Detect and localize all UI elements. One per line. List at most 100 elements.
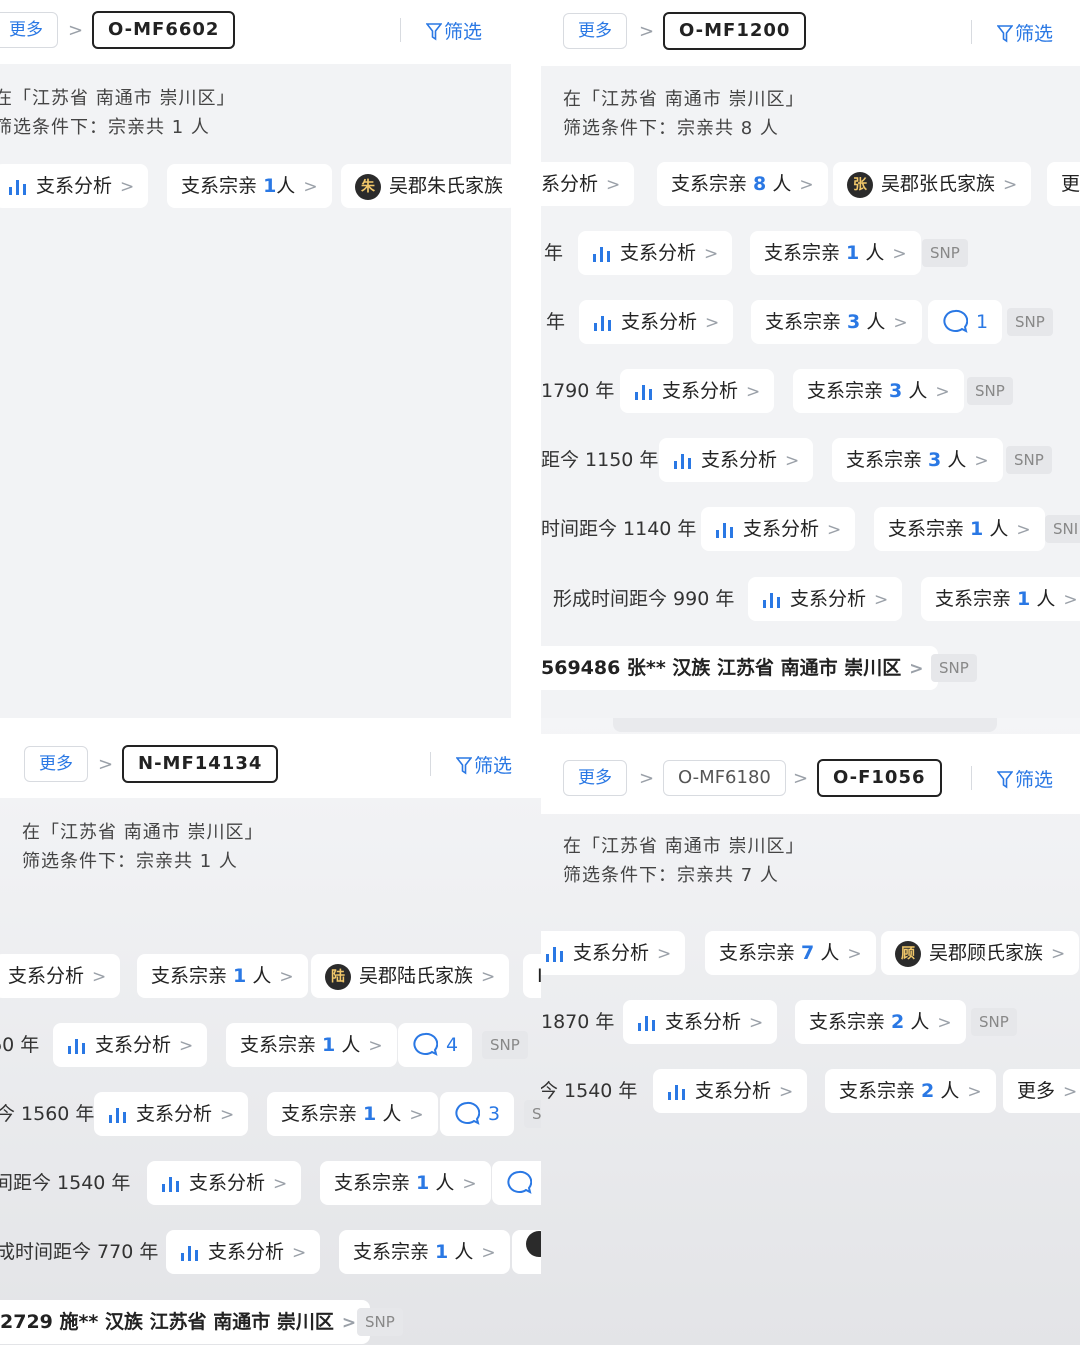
more-chip[interactable]: 更 bbox=[1047, 162, 1080, 206]
branch-kin-button[interactable]: 支系宗亲 7 人 > bbox=[705, 931, 876, 975]
filter-button[interactable]: 筛选 bbox=[425, 17, 482, 44]
more-button[interactable]: 更多 bbox=[0, 12, 58, 48]
branch-analysis-button[interactable]: 支系分析 > bbox=[701, 507, 856, 551]
branch-kin-button[interactable]: 支系宗亲 8 人 > bbox=[657, 162, 828, 206]
divider bbox=[971, 20, 972, 44]
filter-button[interactable]: 筛选 bbox=[996, 765, 1053, 792]
clan-button[interactable]: 朱吴郡朱氏家族 bbox=[341, 164, 511, 208]
breadcrumb-current[interactable]: N-MF14134 bbox=[122, 745, 279, 783]
snp-badge: S bbox=[524, 1100, 541, 1128]
branch-kin-button[interactable]: 支系宗亲 1 人 > bbox=[339, 1230, 510, 1274]
comment-icon bbox=[943, 309, 969, 333]
branch-kin-button[interactable]: 支系宗亲 3 人 > bbox=[832, 438, 1003, 482]
comment-icon bbox=[455, 1101, 481, 1125]
branch-kin-button[interactable]: 支系宗亲 3 人 > bbox=[751, 300, 922, 344]
breadcrumb-current[interactable]: O-F1056 bbox=[817, 759, 942, 797]
branch-kin-button[interactable]: 支系宗亲 1 人 > bbox=[750, 231, 921, 275]
bar-chart-icon bbox=[9, 180, 26, 195]
filter-summary: 在「江苏省 南通市 崇川区」 筛选条件下：宗亲共 1 人 bbox=[22, 822, 264, 872]
branch-kin-button[interactable]: 支系宗亲 3 人 > bbox=[793, 369, 964, 413]
branch-analysis-button[interactable]: 支系分析 > bbox=[94, 1092, 249, 1136]
clan-button[interactable]: 陆吴郡陆氏家族 > bbox=[311, 954, 510, 998]
snp-badge: SNP bbox=[1006, 446, 1052, 474]
branch-kin-button[interactable]: 支系宗亲 1人 > bbox=[167, 164, 332, 208]
chevron-right-icon: > bbox=[98, 754, 114, 775]
filter-summary: 在「江苏省 南通市 崇川区」 筛选条件下：宗亲共 1 人 bbox=[0, 88, 236, 138]
branch-analysis-button[interactable]: 支系分析 > bbox=[0, 954, 121, 998]
branch-analysis-button[interactable]: 支系分析 > bbox=[541, 931, 686, 975]
filter-icon bbox=[996, 25, 1014, 43]
panel-o-mf1200: 更多 > O-MF1200 筛选 在「江苏省 南通市 崇川区」 筛选条件下：宗亲… bbox=[541, 0, 1080, 718]
clan-seal-icon: 陆 bbox=[325, 964, 351, 990]
formation-time: 年 bbox=[544, 242, 564, 264]
branch-analysis-button[interactable]: 支系分析 > bbox=[620, 369, 775, 413]
branch-analysis-button[interactable]: 支系分析 > bbox=[147, 1161, 302, 1205]
branch-analysis-button[interactable]: 支系分析 > bbox=[653, 1069, 808, 1113]
top-bar: 更多 > N-MF14134 筛选 bbox=[0, 718, 541, 798]
comments-button[interactable]: 1 bbox=[928, 300, 1003, 344]
breadcrumb-current[interactable]: O-MF1200 bbox=[663, 12, 807, 50]
filter-icon bbox=[996, 771, 1014, 789]
chevron-right-icon: > bbox=[120, 177, 135, 197]
top-bar: 更多 > O-MF6180 > O-F1056 筛选 bbox=[541, 734, 1080, 814]
branch-kin-button[interactable]: 支系宗亲 2 人 > bbox=[795, 1000, 966, 1044]
branch-analysis-button[interactable]: 支系分析 > bbox=[0, 164, 149, 208]
formation-time: 成时间距今 770 年 bbox=[0, 1241, 159, 1263]
bar-chart-icon bbox=[181, 1246, 198, 1261]
comment-icon bbox=[413, 1032, 439, 1056]
breadcrumb-parent[interactable]: O-MF6180 bbox=[663, 760, 786, 796]
clan-button[interactable]: 顾吴郡顾氏家族 > bbox=[881, 931, 1080, 975]
branch-kin-button[interactable]: 支系宗亲 1 人 > bbox=[226, 1023, 397, 1067]
clan-button[interactable] bbox=[512, 1230, 541, 1274]
breadcrumb-current[interactable]: O-MF6602 bbox=[92, 11, 236, 49]
branch-analysis-button[interactable]: 支系分析 > bbox=[579, 300, 734, 344]
bar-chart-icon bbox=[763, 593, 780, 608]
filter-button[interactable]: 筛选 bbox=[455, 751, 512, 778]
more-button[interactable]: 更多 bbox=[24, 746, 88, 782]
branch-kin-button[interactable]: 支系宗亲 2 人 > bbox=[825, 1069, 996, 1113]
person-entry[interactable]: 2729 施** 汉族 江苏省 南通市 崇川区 > bbox=[0, 1300, 371, 1344]
branch-analysis-button[interactable]: 系分析 > bbox=[541, 162, 635, 206]
more-button[interactable]: 更多 bbox=[563, 13, 627, 49]
formation-time: 今 1560 年 bbox=[0, 1103, 95, 1125]
panel-n-mf14134: 更多 > N-MF14134 筛选 在「江苏省 南通市 崇川区」 筛选条件下：宗… bbox=[0, 718, 541, 1345]
comments-button[interactable]: 3 bbox=[440, 1092, 515, 1136]
bar-chart-icon bbox=[546, 947, 563, 962]
branch-analysis-button[interactable]: 支系分析 > bbox=[623, 1000, 778, 1044]
snp-badge: SNP bbox=[482, 1031, 528, 1059]
person-entry[interactable]: 569486 张** 汉族 江苏省 南通市 崇川区 > bbox=[541, 646, 938, 690]
branch-kin-button[interactable]: 支系宗亲 1 人 > bbox=[137, 954, 308, 998]
more-chip[interactable]: 更多 > bbox=[1003, 1069, 1080, 1113]
branch-kin-button[interactable]: 支系宗亲 1 人 > bbox=[267, 1092, 438, 1136]
more-chip[interactable]: I bbox=[523, 954, 541, 998]
branch-kin-button[interactable]: 支系宗亲 1 人 > bbox=[874, 507, 1045, 551]
branch-kin-button[interactable]: 支系宗亲 1 人 > bbox=[320, 1161, 491, 1205]
clan-button[interactable]: 张吴郡张氏家族 > bbox=[833, 162, 1032, 206]
comments-button[interactable]: 4 bbox=[398, 1023, 473, 1067]
branch-analysis-button[interactable]: 支系分析 > bbox=[659, 438, 814, 482]
snp-badge: SNP bbox=[1007, 308, 1053, 336]
chevron-right-icon: > bbox=[303, 177, 318, 197]
snp-badge: SNP bbox=[357, 1308, 403, 1336]
branch-analysis-button[interactable]: 支系分析 > bbox=[578, 231, 733, 275]
filter-icon bbox=[455, 757, 473, 775]
divider bbox=[400, 18, 401, 42]
formation-time: 60 年 bbox=[0, 1034, 40, 1056]
more-button[interactable]: 更多 bbox=[563, 760, 627, 796]
filter-button[interactable]: 筛选 bbox=[996, 19, 1053, 46]
branch-analysis-button[interactable]: 支系分析 > bbox=[53, 1023, 208, 1067]
snp-badge: SNP bbox=[967, 377, 1013, 405]
branch-kin-button[interactable]: 支系宗亲 1 人 > bbox=[921, 577, 1080, 621]
snp-badge: SNI bbox=[1045, 515, 1080, 543]
bar-chart-icon bbox=[638, 1016, 655, 1031]
divider bbox=[430, 752, 431, 776]
formation-time: 年 bbox=[546, 311, 566, 333]
comments-button[interactable] bbox=[492, 1161, 541, 1205]
branch-analysis-button[interactable]: 支系分析 > bbox=[166, 1230, 321, 1274]
bar-chart-icon bbox=[594, 316, 611, 331]
branch-analysis-button[interactable]: 支系分析 > bbox=[748, 577, 903, 621]
formation-time: 1870 年 bbox=[541, 1011, 615, 1033]
filter-summary: 在「江苏省 南通市 崇川区」 筛选条件下：宗亲共 8 人 bbox=[563, 89, 805, 139]
snp-badge: SNP bbox=[971, 1008, 1017, 1036]
snp-badge: SNP bbox=[931, 654, 977, 682]
